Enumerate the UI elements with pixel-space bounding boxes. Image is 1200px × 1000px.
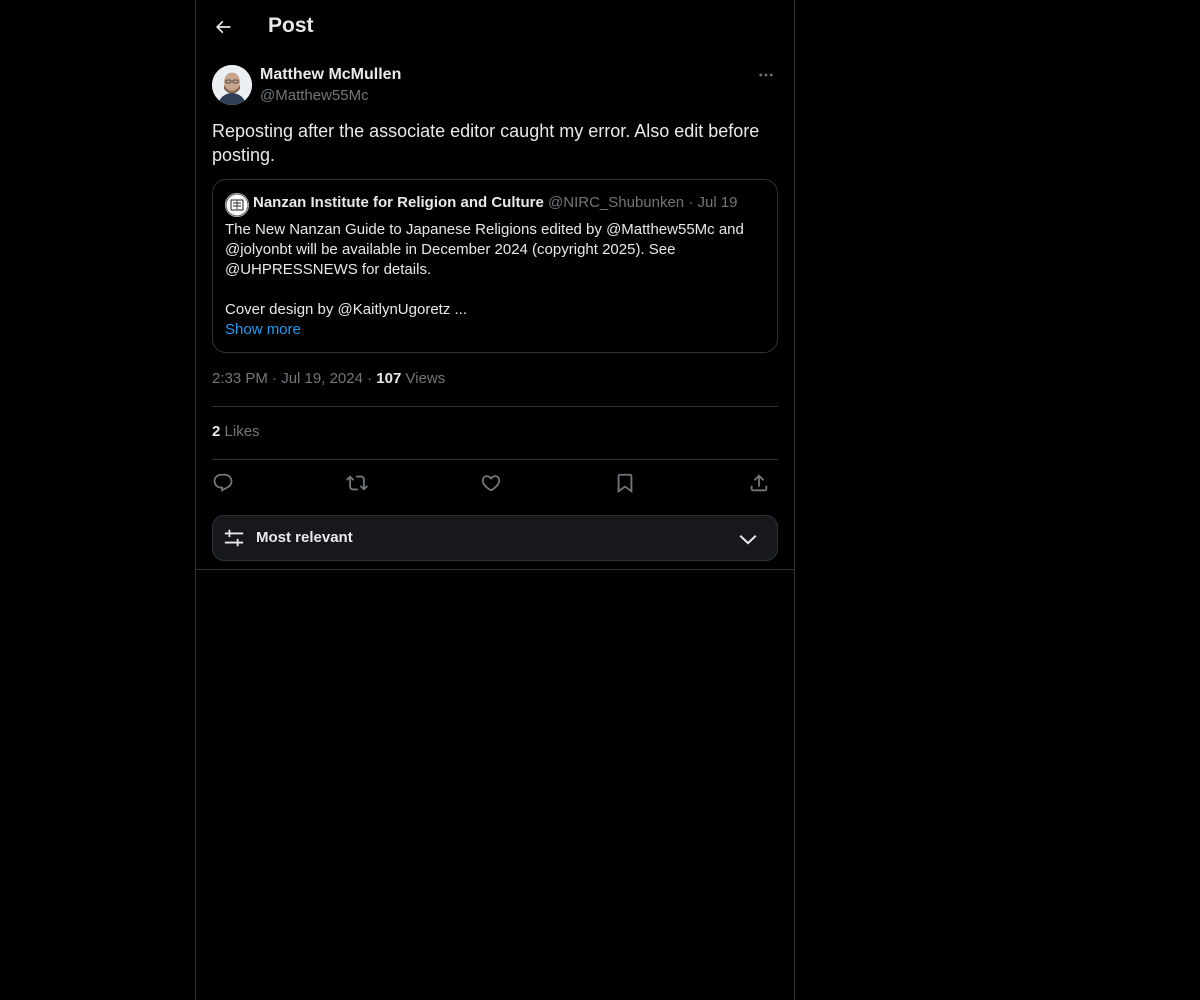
post-header: Post — [196, 0, 794, 54]
sliders-icon — [224, 529, 244, 547]
quoted-separator: · — [688, 194, 694, 211]
quoted-avatar — [225, 193, 249, 217]
likes-count: 2 — [212, 423, 221, 440]
quoted-header: Nanzan Institute for Religion and Cultur… — [253, 194, 738, 211]
repost-button[interactable] — [344, 470, 370, 496]
reply-icon — [213, 473, 233, 492]
author-handle[interactable]: @Matthew55Mc — [260, 87, 369, 104]
reply-sort-dropdown[interactable]: Most relevant — [212, 515, 778, 561]
quoted-author-handle: @NIRC_Shubunken — [548, 194, 685, 211]
reply-button[interactable] — [210, 470, 236, 496]
share-icon — [750, 474, 768, 492]
quoted-author-name: Nanzan Institute for Religion and Cultur… — [253, 194, 544, 211]
post-meta: 2:33 PM · Jul 19, 2024 · 107 Views — [212, 370, 445, 387]
meta-separator: · — [367, 370, 373, 387]
more-horizontal-icon — [759, 73, 773, 77]
divider — [212, 406, 778, 407]
post-text: Reposting after the associate editor cau… — [212, 121, 760, 165]
sort-label: Most relevant — [256, 529, 353, 546]
likes-stat[interactable]: 2 Likes — [212, 423, 260, 440]
chevron-down-icon — [739, 535, 757, 545]
post-time[interactable]: 2:33 PM — [212, 370, 268, 387]
views-count: 107 — [376, 370, 402, 387]
views-label: Views — [405, 370, 446, 387]
quoted-text-line2: Cover design by @KaitlynUgoretz ... — [225, 301, 467, 318]
like-button[interactable] — [478, 470, 504, 496]
arrow-left-icon — [215, 20, 231, 34]
quoted-text-line1: The New Nanzan Guide to Japanese Religio… — [225, 221, 744, 278]
quoted-post[interactable]: Nanzan Institute for Religion and Cultur… — [212, 179, 778, 353]
bookmark-button[interactable] — [612, 470, 638, 496]
avatar[interactable] — [212, 65, 252, 105]
likes-label: Likes — [224, 423, 260, 440]
divider — [196, 569, 794, 570]
quoted-date: Jul 19 — [697, 194, 738, 211]
repost-icon — [346, 475, 368, 491]
action-bar — [212, 470, 778, 496]
bookmark-icon — [617, 473, 633, 494]
post-column: Post Matthew McMullen @Matthew55Mc Repos… — [195, 0, 795, 1000]
heart-icon — [481, 475, 501, 492]
share-button[interactable] — [746, 470, 772, 496]
post-date[interactable]: Jul 19, 2024 — [281, 370, 363, 387]
more-button[interactable] — [754, 65, 778, 85]
author-name[interactable]: Matthew McMullen — [260, 66, 401, 84]
quoted-text: The New Nanzan Guide to Japanese Religio… — [225, 220, 765, 340]
divider — [212, 459, 778, 460]
meta-separator: · — [272, 370, 278, 387]
back-button[interactable] — [207, 11, 239, 43]
post-author: Matthew McMullen @Matthew55Mc — [212, 65, 778, 107]
show-more-link[interactable]: Show more — [225, 320, 765, 340]
page-title: Post — [268, 14, 314, 37]
